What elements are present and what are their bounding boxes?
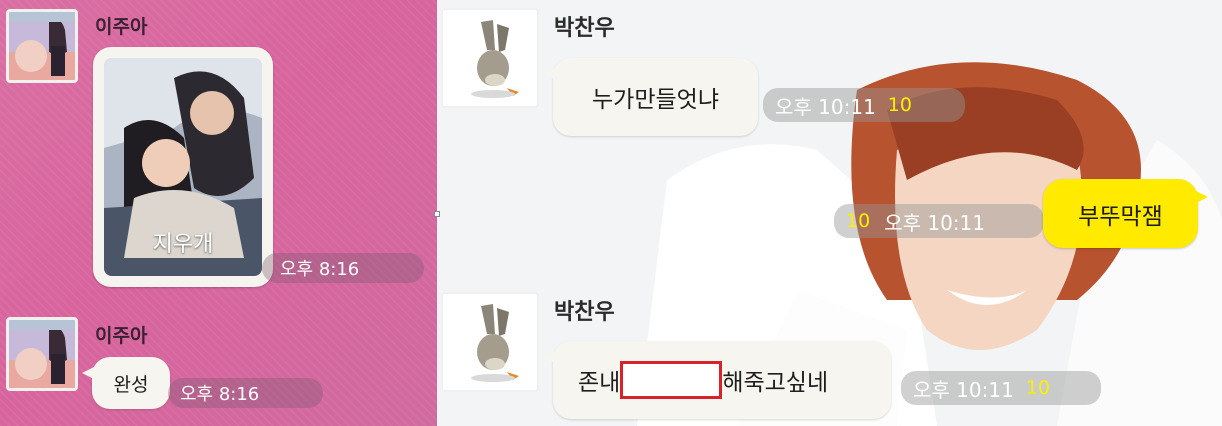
profile-photo-icon [9,320,75,388]
rabbit-avatar-icon [443,10,537,106]
message-bubble[interactable]: 누가만들엇냐 [543,58,758,136]
sender-name: 박찬우 [554,16,615,41]
message-timestamp: 오후 8:16 [262,253,424,283]
time-label: 오후 10:11 [913,377,1014,402]
poster-title-text: 지우개 [152,232,214,257]
image-message-bubble[interactable]: 지우개 [93,47,273,287]
message-text: 부뚜막잼 [1078,203,1163,230]
movie-poster-image: 지우개 [104,58,262,276]
message-timestamp: 오후 8:16 [168,378,323,408]
left-chat-panel: 이주아 지우개 오후 8:16 이주아 완성 오후 8:16 [0,0,437,426]
message-text-after: 해죽고싶네 [722,370,829,396]
sender-name: 이주아 [95,16,148,38]
message-timestamp: 10 오후 10:11 [834,204,1044,238]
unread-count: 10 [1025,377,1050,399]
message-bubble[interactable]: 완성 [82,357,170,409]
message-text-before: 존내 [578,370,621,396]
message-timestamp: 오후 10:11 10 [763,88,965,122]
right-chat-panel: 박찬우 누가만들엇냐 오후 10:11 10 10 오후 10:11 부뚜막잼 … [437,0,1222,426]
sender-avatar[interactable] [441,8,539,108]
message-text: 완성 [113,373,149,396]
sender-avatar[interactable] [6,317,78,391]
time-label: 오후 8:16 [280,259,360,280]
message-bubble[interactable]: 존내 해죽고싶네 [543,341,891,419]
rabbit-avatar-icon [443,294,537,390]
profile-photo-icon [9,12,75,80]
time-label: 오후 8:16 [180,384,260,405]
time-label: 오후 10:11 [884,210,985,235]
sender-name: 이주아 [95,325,148,347]
sender-name: 박찬우 [554,300,615,325]
unread-count: 10 [846,210,871,232]
redaction-box [620,361,723,399]
my-message-bubble[interactable]: 부뚜막잼 [1043,179,1208,248]
sender-avatar[interactable] [6,9,78,83]
time-label: 오후 10:11 [775,94,876,119]
sender-avatar[interactable] [441,292,539,392]
message-timestamp: 오후 10:11 10 [901,371,1101,405]
selection-handle [434,211,440,217]
unread-count: 10 [887,94,912,116]
message-text: 누가만들엇냐 [592,87,719,113]
